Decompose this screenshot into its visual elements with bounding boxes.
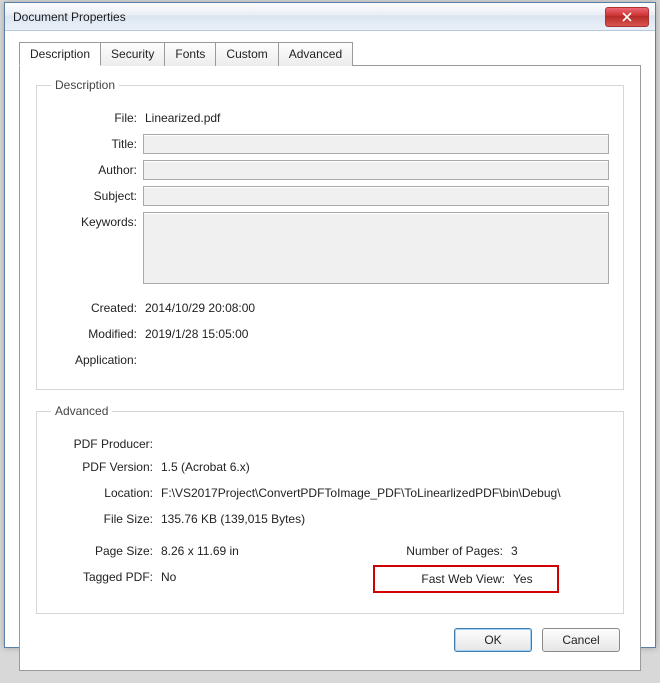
- row-keywords: Keywords:: [51, 212, 609, 284]
- row-modified: Modified: 2019/1/28 15:05:00: [51, 324, 609, 344]
- row-author: Author:: [51, 160, 609, 180]
- window-title: Document Properties: [13, 10, 605, 24]
- input-subject[interactable]: [143, 186, 609, 206]
- advanced-columns: Page Size: 8.26 x 11.69 in Tagged PDF: N…: [51, 535, 609, 597]
- tab-description[interactable]: Description: [19, 42, 101, 66]
- tab-security[interactable]: Security: [100, 42, 165, 66]
- label-pagesize: Page Size:: [51, 541, 159, 558]
- label-filesize: File Size:: [51, 509, 159, 526]
- description-group: Description File: Linearized.pdf Title: …: [36, 78, 624, 390]
- tab-advanced[interactable]: Advanced: [278, 42, 353, 66]
- row-numpages: Number of Pages: 3: [379, 541, 609, 561]
- value-producer: [159, 434, 609, 440]
- label-application: Application:: [51, 350, 143, 367]
- value-file: Linearized.pdf: [143, 108, 609, 128]
- row-pagesize: Page Size: 8.26 x 11.69 in: [51, 541, 379, 561]
- label-file: File:: [51, 108, 143, 125]
- row-producer: PDF Producer:: [51, 434, 609, 451]
- value-version: 1.5 (Acrobat 6.x): [159, 457, 609, 477]
- row-filesize: File Size: 135.76 KB (139,015 Bytes): [51, 509, 609, 529]
- tab-fonts[interactable]: Fonts: [164, 42, 216, 66]
- advanced-legend: Advanced: [51, 404, 112, 418]
- advanced-group: Advanced PDF Producer: PDF Version: 1.5 …: [36, 404, 624, 614]
- row-fastweb: Fast Web View: Yes: [379, 567, 609, 591]
- label-numpages: Number of Pages:: [379, 541, 509, 558]
- ok-button[interactable]: OK: [454, 628, 532, 652]
- close-button[interactable]: [605, 7, 649, 27]
- value-created: 2014/10/29 20:08:00: [143, 298, 609, 318]
- input-title[interactable]: [143, 134, 609, 154]
- advanced-right-col: Number of Pages: 3 Fast Web View: Yes: [379, 535, 609, 597]
- value-modified: 2019/1/28 15:05:00: [143, 324, 609, 344]
- value-numpages: 3: [509, 541, 609, 561]
- row-file: File: Linearized.pdf: [51, 108, 609, 128]
- label-modified: Modified:: [51, 324, 143, 341]
- label-fastweb: Fast Web View:: [381, 569, 511, 589]
- label-author: Author:: [51, 160, 143, 177]
- dialog-content: Description Security Fonts Custom Advanc…: [5, 31, 655, 683]
- dialog-window: Document Properties Description Security…: [4, 2, 656, 648]
- row-version: PDF Version: 1.5 (Acrobat 6.x): [51, 457, 609, 477]
- close-icon: [622, 12, 632, 22]
- row-location: Location: F:\VS2017Project\ConvertPDFToI…: [51, 483, 609, 503]
- advanced-left-col: Page Size: 8.26 x 11.69 in Tagged PDF: N…: [51, 535, 379, 597]
- label-tagged: Tagged PDF:: [51, 567, 159, 584]
- value-application: [143, 350, 609, 356]
- value-filesize: 135.76 KB (139,015 Bytes): [159, 509, 609, 529]
- label-keywords: Keywords:: [51, 212, 143, 229]
- dialog-footer: OK Cancel: [36, 628, 624, 652]
- input-keywords[interactable]: [143, 212, 609, 284]
- tab-custom[interactable]: Custom: [215, 42, 278, 66]
- description-legend: Description: [51, 78, 119, 92]
- value-fastweb: Yes: [511, 569, 551, 589]
- cancel-button[interactable]: Cancel: [542, 628, 620, 652]
- input-author[interactable]: [143, 160, 609, 180]
- label-producer: PDF Producer:: [51, 434, 159, 451]
- row-title: Title:: [51, 134, 609, 154]
- label-title: Title:: [51, 134, 143, 151]
- value-location: F:\VS2017Project\ConvertPDFToImage_PDF\T…: [159, 483, 609, 503]
- tab-panel: Description File: Linearized.pdf Title: …: [19, 65, 641, 671]
- label-version: PDF Version:: [51, 457, 159, 474]
- label-created: Created:: [51, 298, 143, 315]
- titlebar: Document Properties: [5, 3, 655, 31]
- row-tagged: Tagged PDF: No: [51, 567, 379, 587]
- label-location: Location:: [51, 483, 159, 500]
- value-tagged: No: [159, 567, 379, 587]
- row-subject: Subject:: [51, 186, 609, 206]
- fastweb-highlight: Fast Web View: Yes: [373, 565, 559, 593]
- value-pagesize: 8.26 x 11.69 in: [159, 541, 379, 561]
- tab-strip: Description Security Fonts Custom Advanc…: [19, 42, 641, 66]
- row-created: Created: 2014/10/29 20:08:00: [51, 298, 609, 318]
- label-subject: Subject:: [51, 186, 143, 203]
- row-application: Application:: [51, 350, 609, 367]
